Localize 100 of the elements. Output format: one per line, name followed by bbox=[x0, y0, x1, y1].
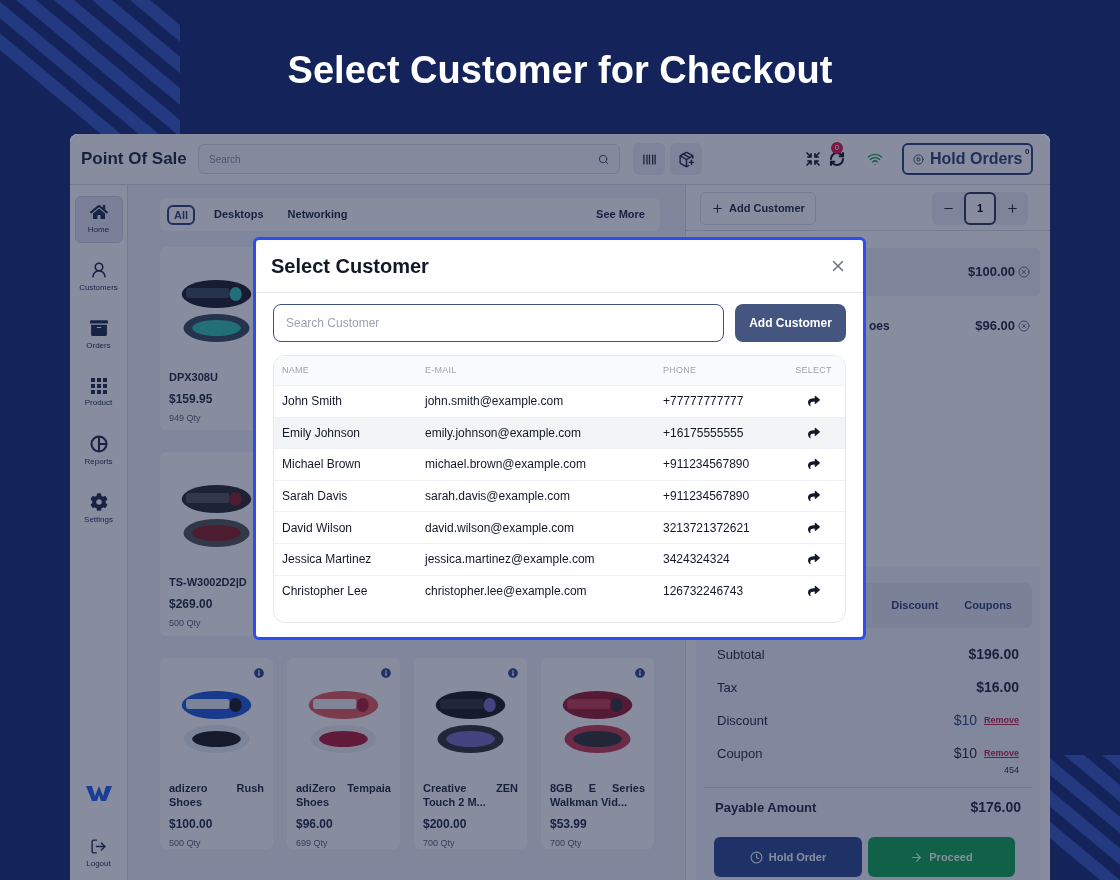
table-cell-text: emily.johnson@example.com bbox=[424, 424, 583, 442]
remove-link[interactable]: Remove bbox=[984, 746, 1019, 761]
product-price: $269.00 bbox=[169, 596, 214, 613]
cart-item-price: $100.00 bbox=[968, 263, 1015, 282]
shrink-icon[interactable] bbox=[805, 151, 821, 167]
select-arrow-icon[interactable] bbox=[807, 490, 820, 503]
table-cell-text: 3424324324 bbox=[662, 551, 731, 569]
table-cell-text: Michael Brown bbox=[281, 456, 362, 474]
select-arrow-icon[interactable] bbox=[807, 585, 820, 598]
sidebar-item[interactable]: Reports bbox=[74, 428, 123, 475]
plus-icon bbox=[711, 202, 724, 215]
sidebar-item[interactable]: Home bbox=[74, 196, 123, 243]
select-arrow-icon[interactable] bbox=[807, 458, 820, 471]
select-arrow-icon[interactable] bbox=[807, 426, 820, 439]
product-quantity: 699 Qty bbox=[296, 837, 329, 850]
sidebar-item[interactable]: Orders bbox=[74, 312, 123, 359]
archive-icon bbox=[89, 319, 108, 337]
product-name: 8GB E Series Walkman Vid... bbox=[550, 781, 645, 809]
barcode-icon bbox=[641, 151, 657, 167]
summary-value: $196.00 bbox=[968, 645, 1019, 664]
table-cell-text: jessica.martinez@example.com bbox=[423, 551, 596, 569]
hold-order-button[interactable]: Hold Order bbox=[714, 837, 862, 877]
table-cell-text: +911234567890 bbox=[662, 488, 751, 506]
product-price: $200.00 bbox=[423, 816, 468, 833]
summary-value: $10 bbox=[953, 744, 977, 763]
table-cell-text: John Smith bbox=[281, 393, 344, 411]
summary-value: $16.00 bbox=[976, 678, 1019, 697]
clock-icon bbox=[749, 850, 763, 864]
info-icon[interactable] bbox=[508, 668, 518, 678]
package-plus-icon bbox=[677, 150, 695, 168]
home-icon bbox=[89, 203, 108, 221]
product-price: $159.95 bbox=[169, 391, 214, 408]
summary-tab[interactable]: Discount bbox=[891, 597, 939, 614]
info-icon[interactable] bbox=[635, 668, 645, 678]
table-cell-text: +911234567890 bbox=[662, 456, 751, 474]
product-quantity: 700 Qty bbox=[550, 837, 583, 850]
column-header: SELECT bbox=[795, 363, 833, 377]
product-quantity: 500 Qty bbox=[169, 837, 202, 850]
plus-icon bbox=[1005, 202, 1019, 215]
summary-label: Tax bbox=[717, 678, 738, 697]
product-quantity: 700 Qty bbox=[423, 837, 456, 850]
table-cell-text: Sarah Davis bbox=[281, 488, 349, 506]
product-card[interactable]: Creative ZEN Touch 2 M... $200.00 700 Qty bbox=[414, 658, 527, 849]
arrow-right-icon bbox=[910, 850, 924, 864]
product-card[interactable]: adizero Rush Shoes $100.00 500 Qty bbox=[160, 658, 273, 849]
customer-row[interactable]: Emily Johnson emily.johnson@example.com +16175555555 bbox=[274, 417, 845, 450]
remove-icon[interactable] bbox=[1018, 266, 1030, 278]
table-cell-text: +16175555555 bbox=[662, 424, 745, 442]
category-tab[interactable]: All bbox=[167, 204, 196, 225]
table-cell-text: Christopher Lee bbox=[281, 583, 369, 601]
payable-value: $176.00 bbox=[970, 798, 1021, 817]
table-cell-text: Jessica Martinez bbox=[281, 551, 373, 569]
payable-label: Payable Amount bbox=[715, 798, 817, 817]
quantity-field[interactable]: 1 bbox=[964, 192, 996, 225]
see-more-button[interactable]: See More bbox=[596, 206, 653, 223]
product-card[interactable]: 8GB E Series Walkman Vid... $53.99 700 Qty bbox=[541, 658, 654, 849]
product-price: $53.99 bbox=[550, 816, 588, 833]
search-customer-field[interactable]: Search Customer bbox=[273, 304, 724, 342]
add-customer-button[interactable]: Add Customer bbox=[700, 192, 816, 225]
table-cell-text: sarah.davis@example.com bbox=[424, 488, 571, 506]
notification-badge: 0 bbox=[831, 142, 843, 154]
grid-icon bbox=[90, 378, 107, 394]
remove-icon[interactable] bbox=[1018, 320, 1030, 332]
order-count-label: 0 bbox=[1025, 146, 1030, 158]
product-name: adiZero Tempaia Shoes bbox=[296, 781, 391, 809]
table-cell-text: john.smith@example.com bbox=[423, 393, 565, 411]
logout-icon bbox=[90, 838, 107, 855]
sidebar-item[interactable]: Settings bbox=[74, 486, 123, 533]
table-cell-text: 3213721372621 bbox=[662, 519, 751, 537]
product-card[interactable]: adiZero Tempaia Shoes $96.00 699 Qty bbox=[287, 658, 400, 849]
coupon-code: 454 bbox=[1003, 764, 1019, 777]
summary-tab[interactable]: Coupons bbox=[964, 597, 1012, 614]
cart-item-name: oes bbox=[869, 318, 890, 335]
info-icon[interactable] bbox=[254, 668, 264, 678]
sidebar-item[interactable]: Customers bbox=[74, 254, 123, 301]
product-price: $96.00 bbox=[296, 816, 334, 833]
app-title: Point Of Sale bbox=[81, 148, 188, 171]
logout-button[interactable]: Logout bbox=[86, 838, 111, 870]
select-arrow-icon[interactable] bbox=[807, 395, 820, 408]
select-arrow-icon[interactable] bbox=[807, 553, 820, 566]
remove-link[interactable]: Remove bbox=[984, 713, 1019, 728]
product-price: $100.00 bbox=[169, 816, 214, 833]
page-headline: Select Customer for Checkout bbox=[287, 48, 833, 93]
info-icon[interactable] bbox=[381, 668, 391, 678]
add-customer-button[interactable]: Add Customer bbox=[735, 304, 846, 342]
summary-label: Subtotal bbox=[717, 645, 765, 664]
barcode-button[interactable] bbox=[633, 143, 665, 175]
product-name: Creative ZEN Touch 2 M... bbox=[423, 781, 518, 809]
logo-icon bbox=[85, 785, 112, 802]
column-header: E-MAIL bbox=[424, 363, 458, 377]
settings-icon bbox=[89, 493, 108, 511]
category-tab[interactable]: Networking bbox=[282, 204, 353, 225]
product-quantity: 949 Qty bbox=[169, 412, 202, 425]
summary-label: Coupon bbox=[717, 744, 763, 763]
dialog-title: Select Customer bbox=[271, 254, 429, 279]
package-add-button[interactable] bbox=[670, 143, 702, 175]
select-arrow-icon[interactable] bbox=[807, 521, 820, 534]
sidebar-item[interactable]: Product bbox=[74, 370, 123, 417]
category-tab[interactable]: Desktops bbox=[209, 204, 269, 225]
cart-item-price: $96.00 bbox=[975, 317, 1015, 336]
